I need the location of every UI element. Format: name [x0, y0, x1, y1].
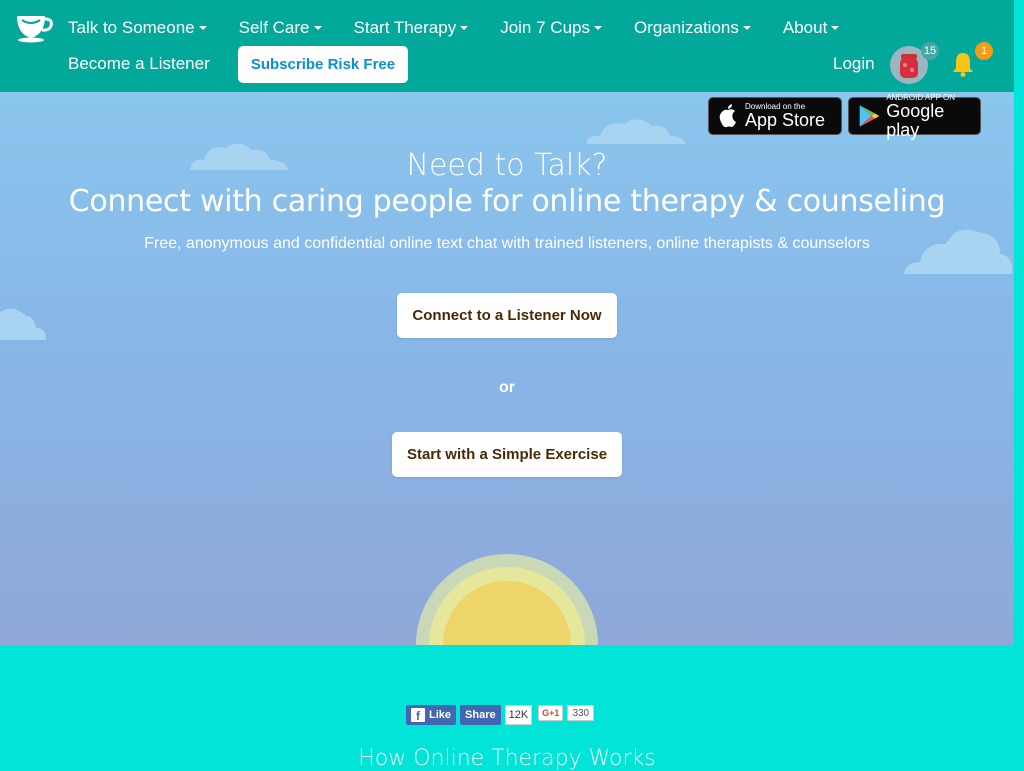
simple-exercise-button[interactable]: Start with a Simple Exercise [392, 432, 622, 477]
hero-subheadline: Connect with caring people for online th… [68, 184, 946, 219]
caret-down-icon [460, 26, 469, 30]
nav-label: Join 7 Cups [500, 18, 590, 37]
become-listener-link[interactable]: Become a Listener [68, 54, 210, 74]
subscribe-button[interactable]: Subscribe Risk Free [238, 46, 408, 83]
nav-join-7-cups[interactable]: Join 7 Cups [500, 16, 602, 40]
google-plus-button[interactable]: G+1 [538, 705, 564, 721]
google-plus-count: 330 [567, 705, 595, 721]
nav-label: Self Care [238, 18, 310, 37]
connect-listener-button[interactable]: Connect to a Listener Now [397, 293, 617, 338]
facebook-count: 12K [504, 705, 533, 725]
hero-section: Download on the App Store ANDROID APP ON… [0, 92, 1014, 645]
nav-talk-to-someone[interactable]: Talk to Someone [68, 16, 207, 40]
teacup-logo-icon[interactable] [14, 12, 54, 44]
nav-label: Start Therapy [353, 18, 457, 37]
apple-icon [719, 104, 736, 128]
app-store-button[interactable]: Download on the App Store [708, 97, 842, 135]
nav-organizations[interactable]: Organizations [634, 16, 751, 40]
nav-about[interactable]: About [782, 16, 840, 40]
caret-down-icon [313, 26, 322, 30]
facebook-icon: f [411, 708, 425, 722]
app-store-big-text: App Store [745, 110, 826, 130]
facebook-like-button[interactable]: f Like [406, 705, 457, 725]
google-play-icon [859, 105, 880, 127]
sun-decoration [416, 554, 598, 645]
google-play-button[interactable]: ANDROID APP ON Google play [848, 93, 981, 139]
or-separator: or [499, 379, 515, 396]
notification-count-badge: 1 [975, 42, 993, 60]
facebook-like-label: Like [429, 709, 452, 721]
top-navbar: Talk to Someone Self Care Start Therapy … [0, 0, 1014, 92]
nav-label: Talk to Someone [68, 18, 195, 37]
nav-label: Organizations [633, 18, 739, 37]
caret-down-icon [593, 26, 602, 30]
notification-bell-icon[interactable] [950, 50, 976, 78]
facebook-share-button[interactable]: Share [460, 705, 501, 725]
caret-down-icon [831, 26, 840, 30]
google-play-big-text: Google play [886, 100, 945, 140]
hero-headline: Need to Talk? [406, 148, 608, 183]
login-link[interactable]: Login [833, 54, 875, 74]
nav-label: About [782, 18, 828, 37]
main-nav: Talk to Someone Self Care Start Therapy … [68, 16, 840, 40]
caret-down-icon [198, 26, 207, 30]
cloud-decoration [0, 308, 46, 340]
social-share-bar: f Like Share 12K G+1 330 [406, 705, 595, 725]
hero-description: Free, anonymous and confidential online … [144, 235, 870, 252]
caret-down-icon [742, 26, 751, 30]
nav-start-therapy[interactable]: Start Therapy [354, 16, 469, 40]
section-title: How Online Therapy Works [358, 746, 656, 771]
cloud-decoration [586, 119, 686, 144]
nav-self-care[interactable]: Self Care [239, 16, 322, 40]
avatar-count-badge: 15 [921, 42, 939, 60]
